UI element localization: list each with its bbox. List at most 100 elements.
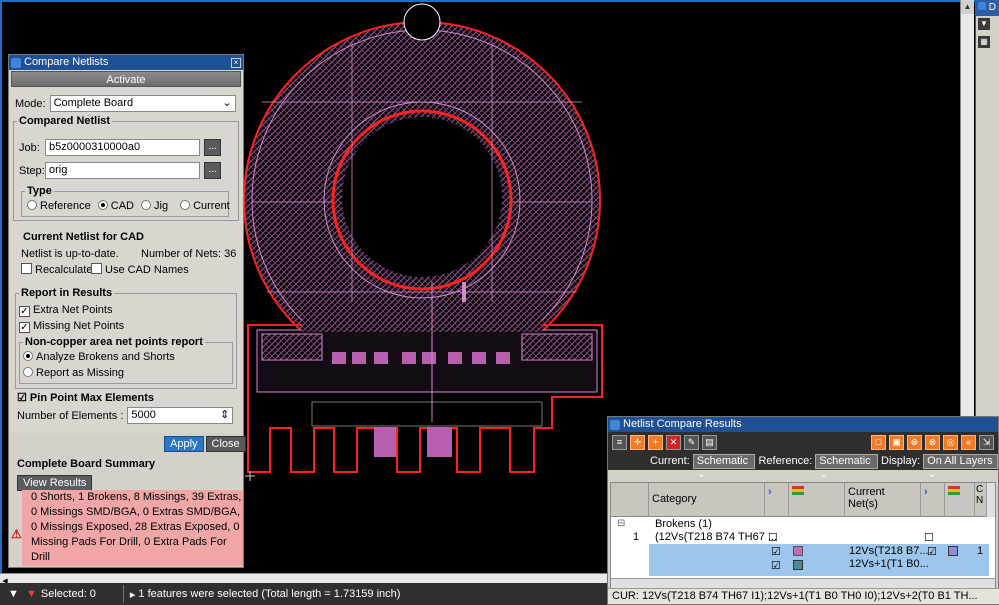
step-input[interactable]: orig xyxy=(45,162,200,179)
checkbox-checked-icon[interactable]: ☑ xyxy=(771,545,781,558)
color-swatch xyxy=(793,546,803,556)
filter-icon[interactable]: ▼ xyxy=(8,588,22,600)
radio-selected-icon xyxy=(23,351,33,361)
collapse-icon[interactable]: « xyxy=(961,434,976,450)
filter-icon[interactable]: ▼ xyxy=(978,18,990,30)
export-icon[interactable]: ⇲ xyxy=(979,434,994,450)
crosshair-icon[interactable]: ✛ xyxy=(630,434,645,450)
status-bar: ▼ ▼ Selected: 0 ▸ 1 features were select… xyxy=(0,583,607,605)
checkbox-checked-icon[interactable]: ☑ xyxy=(927,545,937,558)
reference-label: Reference: xyxy=(758,455,813,467)
num-elements-value: 5000 xyxy=(131,409,156,421)
col-color-icon xyxy=(789,483,845,517)
activate-button[interactable]: Activate xyxy=(11,71,241,87)
checkbox-checked-icon: ✓ xyxy=(19,322,30,333)
layers-icon[interactable]: ▣ xyxy=(889,434,904,450)
color-swatch xyxy=(793,560,803,570)
use-cad-names-checkbox[interactable]: Use CAD Names xyxy=(91,263,189,276)
table-icon[interactable]: ▤ xyxy=(702,434,717,450)
type-reference-radio[interactable]: Reference xyxy=(27,200,91,212)
recalculate-label: Recalculate xyxy=(35,264,93,276)
add-icon[interactable]: + xyxy=(648,434,663,450)
brokens-group-label: Brokens (1) xyxy=(655,518,712,530)
current-label: Current: xyxy=(650,455,690,467)
scroll-up-icon[interactable]: ▲ xyxy=(961,0,974,14)
close-icon[interactable]: × xyxy=(231,57,241,68)
type-reference-label: Reference xyxy=(40,200,91,212)
job-input[interactable]: b5z0000310000a0 xyxy=(45,139,200,156)
type-current-radio[interactable]: Current xyxy=(180,200,230,212)
broken-net-row[interactable]: (12Vs(T218 B74 TH67 ... xyxy=(655,531,777,543)
checkbox-checked-icon: ☑ xyxy=(17,392,30,404)
checkbox-icon[interactable]: ☐ xyxy=(768,531,778,544)
job-browse-button[interactable]: ... xyxy=(204,139,221,156)
checkbox-icon xyxy=(21,263,32,274)
target-icon[interactable]: ◎ xyxy=(943,434,958,450)
step-browse-button[interactable]: ... xyxy=(204,162,221,179)
type-current-label: Current xyxy=(193,200,230,212)
selection-filter-icon[interactable]: ▼ xyxy=(26,588,37,600)
dialog-titlebar[interactable]: Compare Netlists × xyxy=(9,55,243,70)
pin-point-checkbox[interactable]: ☑ Pin Point Max Elements xyxy=(17,391,154,404)
report-as-missing-radio[interactable]: Report as Missing xyxy=(23,367,124,379)
dialog-title: Compare Netlists xyxy=(24,56,109,68)
report-as-missing-label: Report as Missing xyxy=(36,367,125,379)
type-cad-radio[interactable]: CAD xyxy=(97,200,134,212)
reference-select[interactable]: Schematic ⌄ xyxy=(815,453,879,480)
close-button[interactable]: Close xyxy=(205,436,246,452)
menu-icon[interactable]: ≡ xyxy=(612,434,627,450)
divider xyxy=(122,585,124,603)
delete-icon[interactable]: ✕ xyxy=(666,434,681,450)
netlist-compare-results-panel: Netlist Compare Results ≡ ✛ + ✕ ✎ ▤ □ ▣ … xyxy=(607,416,999,605)
view-icon[interactable]: □ xyxy=(871,434,886,450)
current-select[interactable]: Schematic ⌄ xyxy=(692,453,756,480)
collapse-tree-icon[interactable]: ⊟ xyxy=(617,518,625,529)
col-arrow-icon: › xyxy=(765,483,789,517)
type-jig-radio[interactable]: Jig xyxy=(141,200,168,212)
checkbox-checked-icon[interactable]: ☑ xyxy=(771,559,781,572)
num-elements-spinner[interactable]: 5000 ⇕ xyxy=(127,407,234,424)
recalculate-checkbox[interactable]: Recalculate xyxy=(21,263,92,276)
num-elements-label: Number of Elements : xyxy=(17,409,124,422)
checkbox-icon[interactable]: ☐ xyxy=(924,531,934,544)
col-category[interactable]: Category xyxy=(649,483,765,517)
stop-icon[interactable]: ⊗ xyxy=(925,434,940,450)
net-cell[interactable]: 12Vs(T218 B7... xyxy=(849,545,929,557)
results-status-text: CUR: 12Vs(T218 B74 TH67 I1);12Vs+1(T1 B0… xyxy=(612,590,978,602)
analyze-brokens-radio[interactable]: Analyze Brokens and Shorts xyxy=(23,351,175,363)
results-titlebar[interactable]: Netlist Compare Results xyxy=(608,417,998,432)
edit-icon[interactable]: ✎ xyxy=(684,434,699,450)
checkbox-checked-icon: ✓ xyxy=(19,306,30,317)
chevron-down-icon: ⌄ xyxy=(222,97,232,109)
col-c[interactable]: C N xyxy=(975,483,987,517)
missing-net-points-checkbox[interactable]: ✓ Missing Net Points xyxy=(19,320,124,333)
missing-net-points-label: Missing Net Points xyxy=(33,320,125,332)
spinner-arrows-icon[interactable]: ⇕ xyxy=(220,408,229,423)
summary-section: Apply Close Complete Board Summary View … xyxy=(9,433,246,567)
col-current-nets[interactable]: Current Net(s) xyxy=(845,483,921,517)
mode-select[interactable]: Complete Board ⌄ xyxy=(49,95,236,112)
pin-point-label: Pin Point Max Elements xyxy=(29,392,155,404)
app-icon xyxy=(11,57,21,68)
compared-netlist-title: Compared Netlist xyxy=(17,115,113,127)
selected-row-highlight[interactable] xyxy=(649,544,989,576)
report-title: Report in Results xyxy=(19,287,115,299)
apply-button[interactable]: Apply xyxy=(164,436,204,452)
net-cell[interactable]: 12Vs+1(T1 B0... xyxy=(849,558,929,570)
results-horizontal-scrollbar[interactable] xyxy=(611,578,995,588)
scroll-up-icon[interactable] xyxy=(987,483,995,517)
right-panel-header[interactable]: D xyxy=(976,0,999,16)
noncopper-title: Non-copper area net points report xyxy=(23,336,205,348)
hide-icon[interactable]: ⊗ xyxy=(907,434,922,450)
extra-net-points-label: Extra Net Points xyxy=(33,304,113,316)
results-status: CUR: 12Vs(T218 B74 TH67 I1);12Vs+1(T1 B0… xyxy=(608,588,999,604)
summary-results-box: 0 Shorts, 1 Brokens, 8 Missings, 39 Extr… xyxy=(22,490,243,566)
grid-icon[interactable]: ▦ xyxy=(978,36,990,48)
view-results-button[interactable]: View Results xyxy=(17,475,93,491)
display-select[interactable]: On All Layers ⌄ xyxy=(923,453,998,480)
type-jig-label: Jig xyxy=(154,200,169,212)
summary-line: Missing Pads For Drill, 0 Extra Pads For… xyxy=(31,536,227,563)
summary-line: 0 Missings SMD/BGA, 0 Extras SMD/BGA, xyxy=(31,506,241,518)
analyze-brokens-label: Analyze Brokens and Shorts xyxy=(36,351,175,363)
extra-net-points-checkbox[interactable]: ✓ Extra Net Points xyxy=(19,304,112,317)
